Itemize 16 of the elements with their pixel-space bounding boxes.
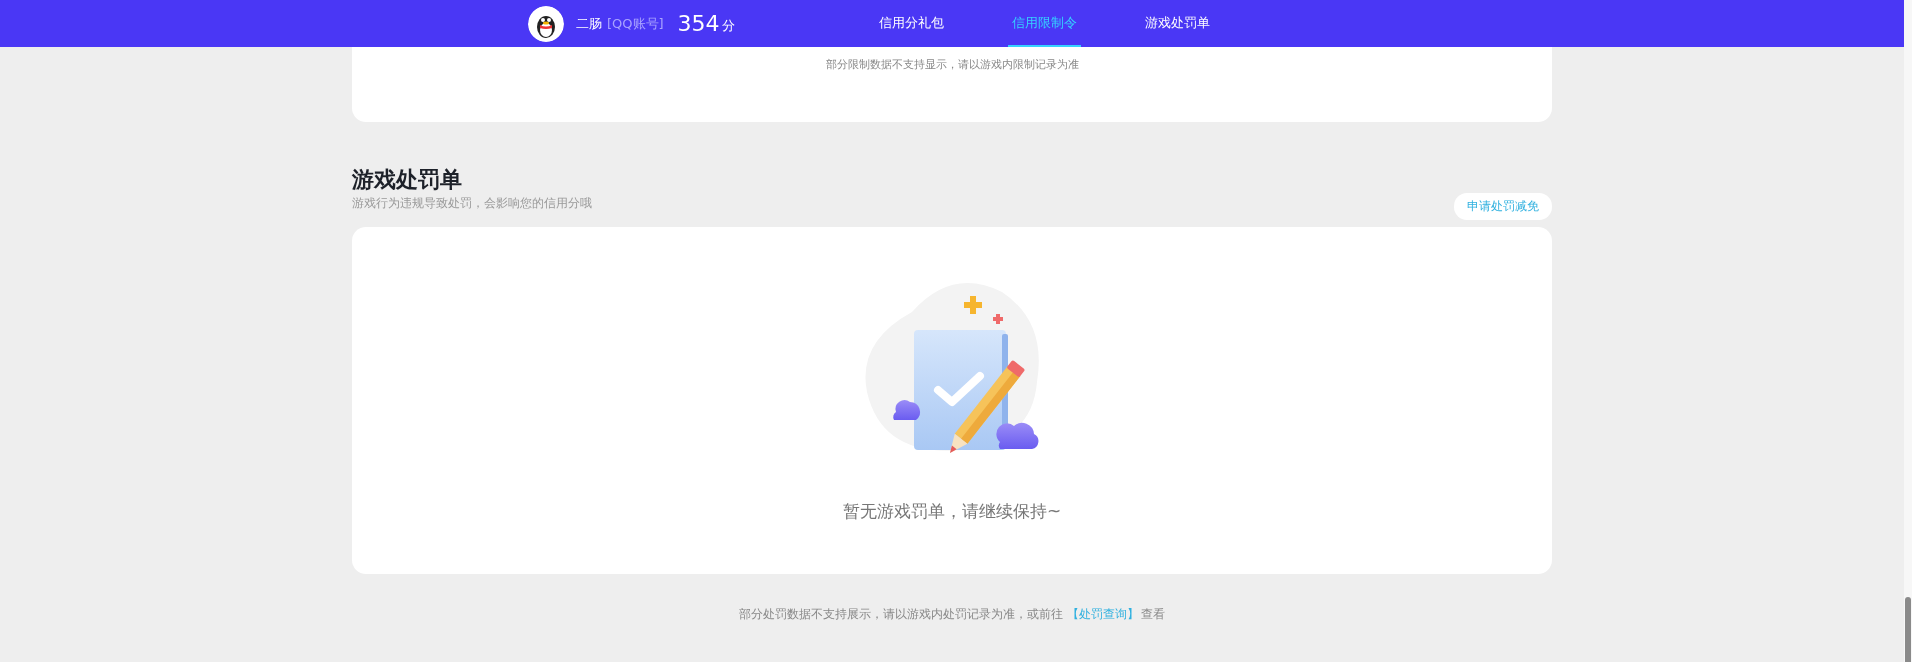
nav-tab[interactable]: 游戏处罚单 [1140,0,1214,47]
account-type-label: [QQ账号] [607,14,664,33]
credit-score: 354 [677,11,720,36]
scrollbar[interactable] [1904,0,1912,662]
section-subtitle: 游戏行为违规导致处罚，会影响您的信用分哦 [352,195,592,212]
section-title: 游戏处罚单 [352,166,463,194]
empty-state-message: 暂无游戏罚单，请继续保持~ [842,500,1062,523]
penalty-query-link[interactable]: 【处罚查询】 [1066,607,1139,621]
penguin-avatar-icon[interactable] [528,5,564,42]
appeal-button[interactable]: 申请处罚减免 [1454,193,1552,220]
restriction-notice: 部分限制数据不支持显示，请以游戏内限制记录为准 [825,57,1079,73]
nav-tab[interactable]: 信用分礼包 [874,0,948,47]
footer-notice: 部分处罚数据不支持展示，请以游戏内处罚记录为准，或前往 【处罚查询】 查看 [738,606,1166,623]
score-unit: 分 [721,17,735,35]
scrollbar-thumb[interactable] [1905,597,1911,662]
user-name: 二肠 [576,14,602,33]
